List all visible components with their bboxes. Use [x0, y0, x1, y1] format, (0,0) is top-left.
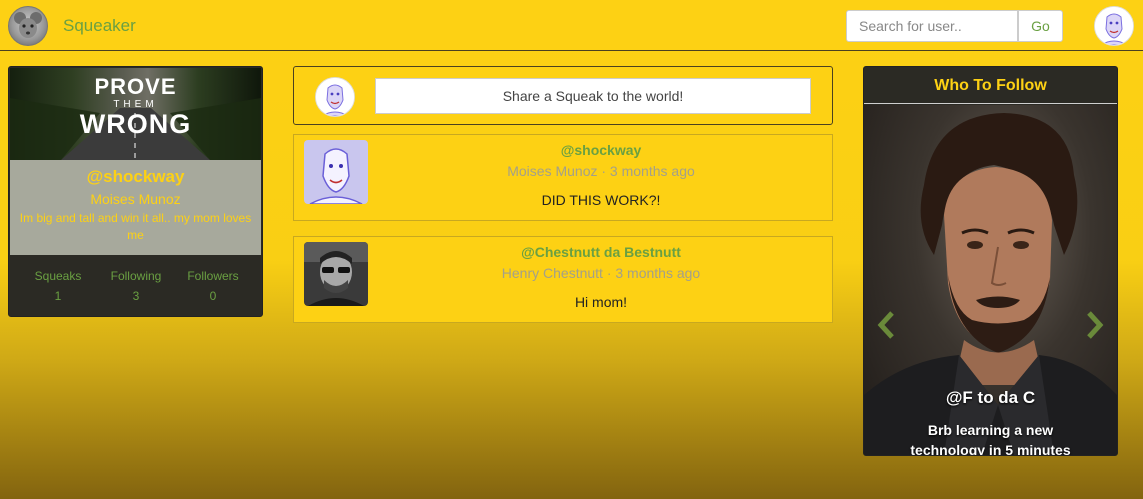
- mouse-logo-icon[interactable]: [8, 6, 48, 46]
- stat-squeaks[interactable]: Squeaks 1: [23, 269, 93, 303]
- stat-label: Followers: [187, 269, 239, 283]
- navbar: Squeaker Go: [0, 0, 1143, 51]
- profile-info: @shockway Moises Munoz Im big and tall a…: [10, 160, 261, 255]
- carousel-next-icon[interactable]: [1085, 310, 1105, 340]
- squeak-body: Hi mom!: [574, 294, 628, 310]
- profile-name: Moises Munoz: [90, 191, 181, 207]
- profile-card: PROVE THEM WRONG @shockway Moises Munoz …: [8, 66, 263, 317]
- squeak-meta: Moises Munoz · 3 months ago: [507, 163, 695, 179]
- go-button[interactable]: Go: [1018, 10, 1063, 42]
- stat-followers[interactable]: Followers 0: [178, 269, 248, 303]
- stat-value: 1: [54, 289, 62, 303]
- suggested-user-handle[interactable]: @F to da C: [864, 388, 1117, 408]
- stat-label: Following: [110, 269, 162, 283]
- compose-box: Share a Squeak to the world!: [293, 66, 833, 125]
- stat-value: 3: [132, 289, 140, 303]
- squeak-card: @shockway Moises Munoz · 3 months ago DI…: [293, 134, 833, 221]
- profile-stats: Squeaks 1 Following 3 Followers 0: [9, 269, 262, 309]
- squeak-handle[interactable]: @Chestnutt da Bestnutt: [374, 244, 828, 260]
- user-avatar-icon[interactable]: [304, 140, 368, 204]
- carousel-prev-icon[interactable]: [876, 310, 896, 340]
- profile-handle[interactable]: @shockway: [10, 167, 261, 187]
- stat-label: Squeaks: [34, 269, 82, 283]
- squeak-handle[interactable]: @shockway: [374, 142, 828, 158]
- user-avatar-icon: [315, 77, 355, 117]
- compose-input[interactable]: Share a Squeak to the world!: [375, 78, 811, 114]
- banner-text-line: PROVE: [94, 74, 177, 99]
- brand-title[interactable]: Squeaker: [63, 16, 136, 36]
- profile-bio: Im big and tall and win it all.. my mom …: [19, 211, 252, 242]
- banner-text-line: WRONG: [79, 109, 192, 139]
- follow-carousel: @F to da C Brb learning a new technology…: [864, 105, 1117, 455]
- search-input[interactable]: [846, 10, 1018, 42]
- suggested-user-caption: Brb learning a new technology in 5 minut…: [910, 422, 1071, 455]
- stat-following[interactable]: Following 3: [101, 269, 171, 303]
- stat-value: 0: [209, 289, 217, 303]
- user-avatar-icon[interactable]: [1094, 6, 1134, 46]
- squeak-body: DID THIS WORK?!: [541, 192, 661, 208]
- who-to-follow-panel: Who To Follow @F to da C Brb learning a …: [863, 66, 1118, 456]
- squeak-card: @Chestnutt da Bestnutt Henry Chestnutt ·…: [293, 236, 833, 323]
- who-to-follow-title: Who To Follow: [864, 67, 1117, 104]
- profile-banner: PROVE THEM WRONG: [10, 68, 261, 160]
- squeak-meta: Henry Chestnutt · 3 months ago: [501, 265, 701, 281]
- user-photo-icon[interactable]: [304, 242, 368, 306]
